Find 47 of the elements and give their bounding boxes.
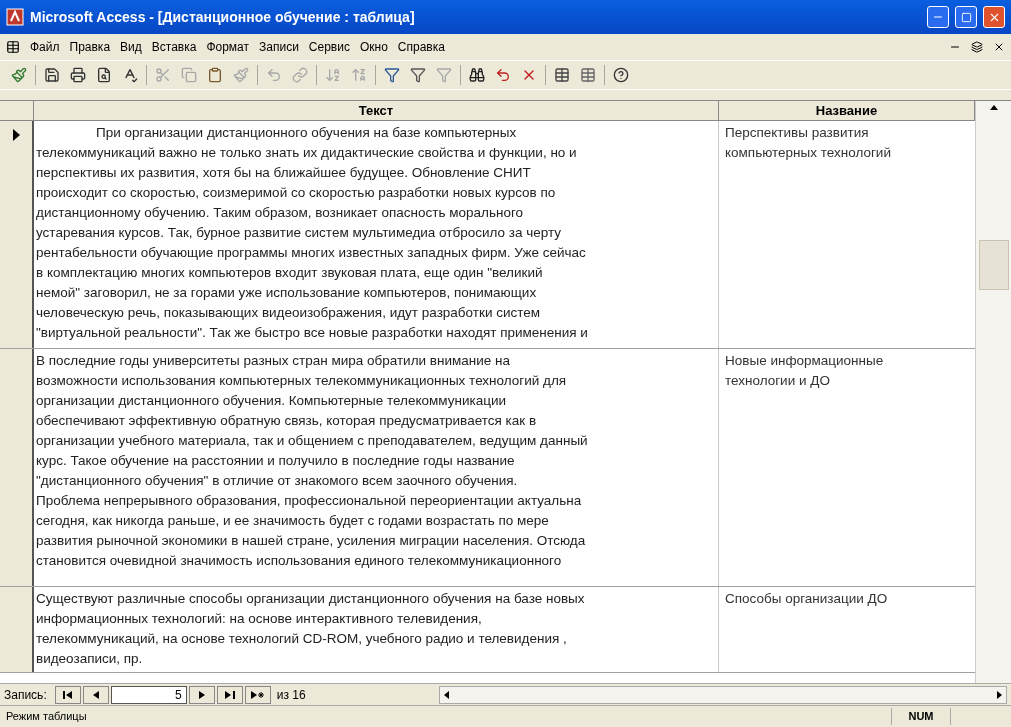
table-cell[interactable]: При организации дистанционного обучения на базе компьютерных телекоммуникаций важно не только знать их дидактические свойства и функции, но и перспективы их развития, хотя бы на ближайшее будущее. Обновление СНИТ происходит со скоростью, соизмеримой со скоростью разработки новых курсов по дистанционному обучению. Таким образом, возникает опасность морального устаревания курсов. Так, бурное развитие систем мультимедиа отбросило за черту рентабельности обучающие программы многих известных западных фирм. Уже сейчас в комплектацию многих компьютеров входит звуковая плата, еще один "великий немой" заговорил, не за горами уже использование компьютеров, понимающих человеческую речь, показывающих видеоизображения, идут разработки систем "виртуальной реальности". Так же быстро все новые разработки находят применения и: [34, 121, 719, 348]
scroll-thumb[interactable]: [978, 240, 1009, 290]
scroll-left-icon[interactable]: [443, 690, 449, 699]
menu-item[interactable]: Вид: [120, 38, 142, 56]
menu-item[interactable]: Справка: [397, 38, 445, 56]
next-record-button[interactable]: [188, 685, 215, 704]
vertical-scrollbar[interactable]: [975, 101, 1011, 683]
next-icon: [198, 690, 205, 699]
record-number-field[interactable]: 5: [110, 685, 187, 704]
last-icon: [224, 690, 235, 699]
record-selector[interactable]: [0, 587, 34, 672]
column-header[interactable]: Текст: [34, 101, 719, 120]
table-cell[interactable]: Новые информационные технологии и ДО: [719, 349, 975, 586]
table-cell[interactable]: Перспективы развития компьютерных технологий: [719, 121, 975, 348]
menu-item[interactable]: Записи: [259, 38, 299, 56]
table-cell[interactable]: Способы организации ДО: [719, 587, 975, 672]
record-selector[interactable]: [0, 349, 34, 586]
scroll-right-icon[interactable]: [997, 690, 1002, 699]
window-title: Microsoft Access - [Дистанционное обучение : таблица]: [30, 7, 415, 27]
last-record-button[interactable]: [216, 685, 243, 704]
current-record-icon: [12, 129, 20, 141]
menu-item[interactable]: Сервис: [308, 38, 350, 56]
first-icon: [62, 690, 73, 699]
menu-item[interactable]: Вставка: [151, 38, 197, 56]
previous-record-button[interactable]: [82, 685, 109, 704]
status-mode: Режим таблицы: [5, 709, 88, 725]
maximize-icon: [960, 11, 972, 23]
record-selector[interactable]: [0, 121, 34, 348]
horizontal-scrollbar[interactable]: [438, 685, 1007, 704]
first-record-button[interactable]: [54, 685, 81, 704]
menu-item[interactable]: Окно: [359, 38, 388, 56]
menu-item[interactable]: Формат: [206, 38, 250, 56]
num-lock-indicator: NUM: [891, 708, 951, 725]
maximize-button[interactable]: [955, 6, 977, 28]
record-total: из 16: [276, 686, 307, 704]
table-cell[interactable]: Существуют различные способы организации дистанционного обучения на базе новых информационных технологий: на основе интерактивного телевидения, телекоммуникаций, на основе технологий CD-ROM, учебного радио и телевидения , видеозаписи, пр.: [34, 587, 719, 672]
previous-icon: [92, 690, 99, 699]
minimize-button[interactable]: [927, 6, 949, 28]
new-record-button[interactable]: [244, 685, 271, 704]
scroll-up-icon[interactable]: [989, 105, 998, 110]
close-icon[interactable]: [993, 41, 1005, 53]
record-label: Запись:: [4, 686, 47, 704]
menu-item[interactable]: Правка: [69, 38, 111, 56]
table-icon: [6, 40, 20, 54]
table-cell[interactable]: В последние годы университеты разных стран мира обратили внимание на возможности использования компьютерных телекоммуникационных технологий для организации дистанционного обучения. Компьютерные телекоммуникации обеспечивают эффективную обратную связь, которая предусматривается как в организации учебного материала, так и общением с преподавателем, ведущим данный курс. Такое обучение на расстоянии и получило в последние годы название "дистанционного обучения" в отличие от знакомого всем заочного обучения. Проблема непрерывного образования, профессиональной переориентации актуальна сегодня, как никогда раньше, и ее значимость будет с годами возрастать по мере развития рыночной экономики в нашей стране, усиления миграции населения. Отсюда становится очевидной значимость использования единого телекоммуникационного: [34, 349, 719, 586]
menu-item[interactable]: Файл: [30, 38, 60, 56]
close-button[interactable]: [983, 6, 1005, 28]
